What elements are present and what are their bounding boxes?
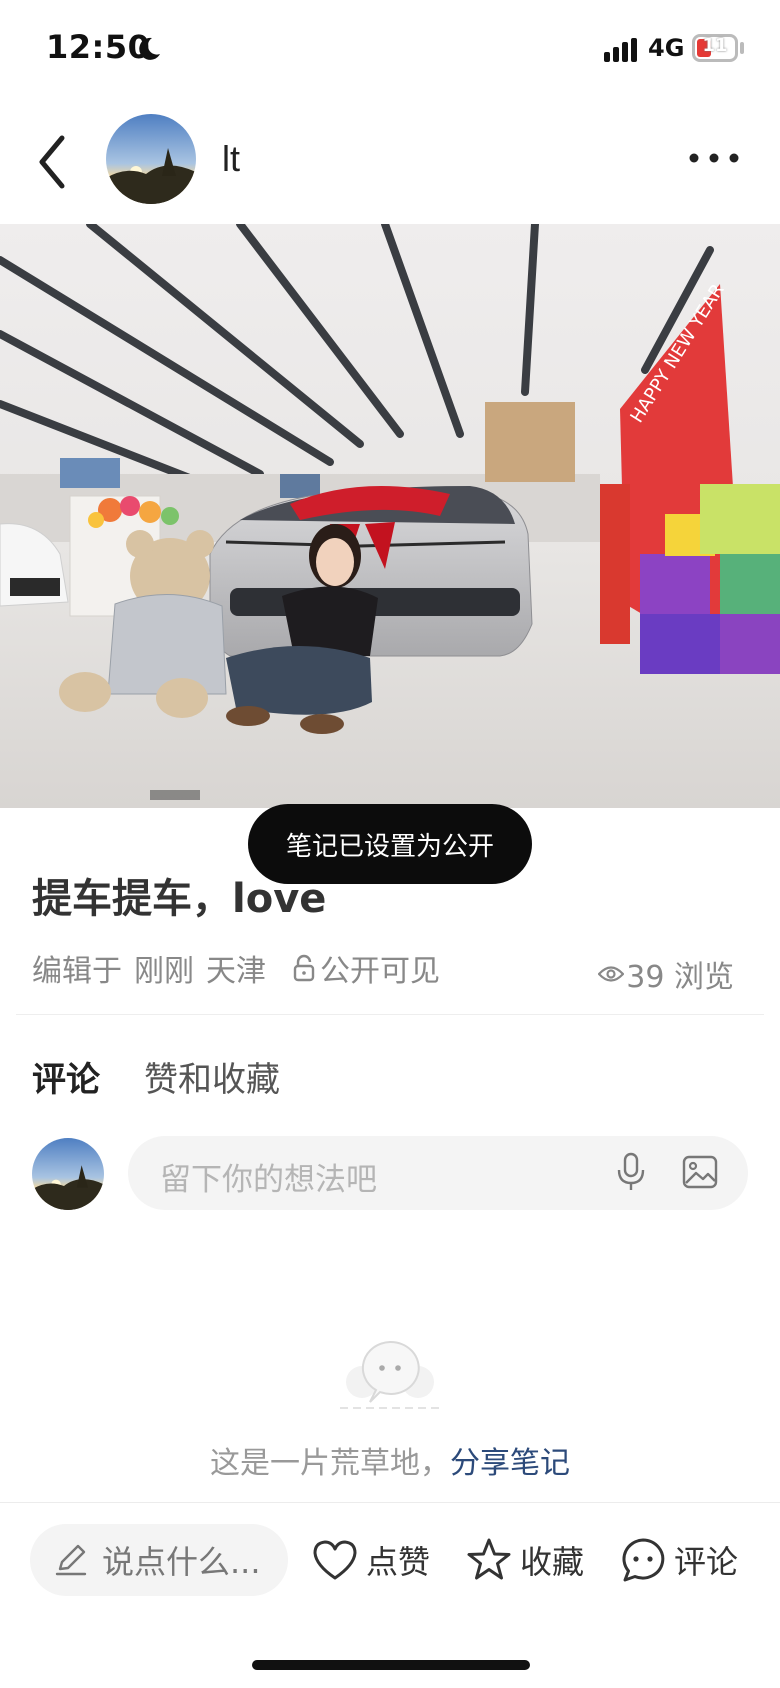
mic-icon[interactable] xyxy=(616,1152,646,1192)
like-label: 点赞 xyxy=(366,1543,431,1581)
signal-icon xyxy=(604,38,637,62)
comment-button[interactable]: 评论 xyxy=(618,1532,738,1588)
edited-label: 编辑于 xyxy=(32,954,122,989)
pen-icon xyxy=(55,1544,87,1576)
back-arrow-icon[interactable] xyxy=(28,130,76,194)
empty-state-text: 这是一片荒草地， xyxy=(210,1446,450,1481)
heart-icon xyxy=(313,1540,357,1580)
tab-likes-collects[interactable]: 赞和收藏 xyxy=(144,1052,280,1101)
collect-label: 收藏 xyxy=(520,1543,585,1581)
comment-bubble-icon xyxy=(622,1538,665,1582)
share-note-link[interactable]: 分享笔记 xyxy=(450,1446,570,1481)
note-title: 提车提车，love xyxy=(32,876,327,922)
note-photo[interactable]: HAPPY NEW YEAR xyxy=(0,224,780,808)
like-button[interactable]: 点赞 xyxy=(310,1532,430,1588)
comment-input[interactable]: 留下你的想法吧 xyxy=(128,1136,748,1210)
unlock-icon xyxy=(293,954,315,982)
note-meta: 编辑于 刚刚 天津 公开可见 xyxy=(32,946,440,990)
battery-level: 11 xyxy=(702,35,728,56)
comment-label: 评论 xyxy=(674,1543,739,1581)
status-time: 12:50 xyxy=(46,28,151,66)
battery-cap xyxy=(740,42,744,54)
home-indicator[interactable] xyxy=(252,1660,530,1670)
network-type: 4G xyxy=(648,34,685,62)
battery-icon: 11 xyxy=(692,34,738,62)
note-location: 天津 xyxy=(206,954,266,989)
say-something-label: 说点什么... xyxy=(102,1543,261,1581)
empty-state: 这是一片荒草地，分享笔记 xyxy=(0,1438,780,1482)
tab-comments[interactable]: 评论 xyxy=(32,1052,100,1101)
star-icon xyxy=(467,1538,511,1580)
moon-icon xyxy=(139,37,160,60)
comment-row: 留下你的想法吧 xyxy=(32,1136,748,1212)
comment-tabs: 评论 赞和收藏 xyxy=(32,1052,324,1101)
collect-button[interactable]: 收藏 xyxy=(464,1532,584,1588)
eye-icon xyxy=(598,966,625,982)
status-bar: 12:50 4G 11 xyxy=(0,0,780,100)
comment-placeholder: 留下你的想法吧 xyxy=(160,1162,377,1198)
image-icon[interactable] xyxy=(682,1154,718,1190)
author-avatar[interactable] xyxy=(106,114,196,204)
note-detail-screen: 12:50 4G 11 lt HAPPY NEW YEAR 笔记已设置为公开 提… xyxy=(0,0,780,1688)
view-count: 39 浏览 xyxy=(598,952,734,996)
author-name[interactable]: lt xyxy=(222,138,240,180)
user-avatar xyxy=(32,1138,104,1210)
view-count-text: 39 浏览 xyxy=(626,960,734,995)
empty-comment-icon xyxy=(340,1340,440,1409)
note-header: lt xyxy=(0,100,780,224)
more-options-icon[interactable] xyxy=(686,146,742,170)
say-something-button[interactable]: 说点什么... xyxy=(30,1524,288,1596)
bottom-divider xyxy=(0,1502,780,1503)
divider xyxy=(16,1014,764,1015)
visibility-status[interactable]: 公开可见 xyxy=(320,946,440,990)
edited-time: 刚刚 xyxy=(134,954,194,989)
